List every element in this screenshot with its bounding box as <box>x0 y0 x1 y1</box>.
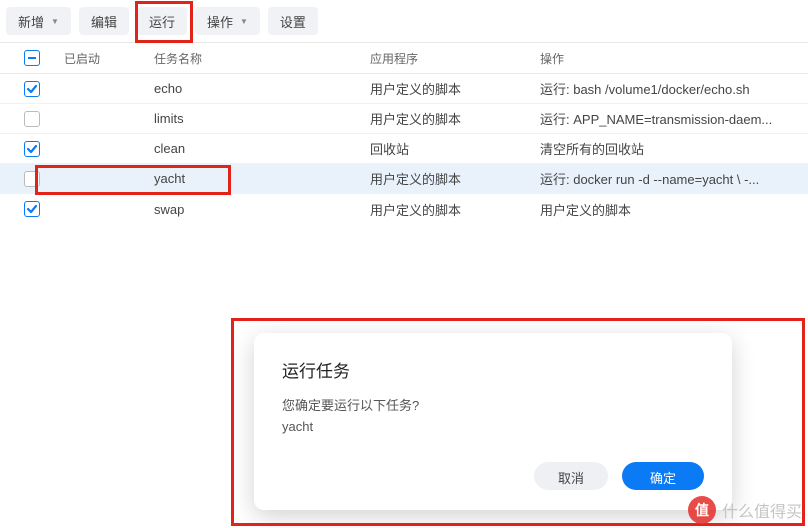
row-operation: 运行: APP_NAME=transmission-daem... <box>530 109 808 128</box>
settings-button[interactable]: 设置 <box>268 7 318 35</box>
row-app: 用户定义的脚本 <box>360 169 530 188</box>
dialog-title: 运行任务 <box>282 357 704 382</box>
row-enabled-checkbox[interactable] <box>24 201 40 217</box>
new-button-label: 新增 <box>18 12 44 31</box>
header-enabled[interactable]: 已启动 <box>64 50 144 67</box>
settings-button-label: 设置 <box>280 12 306 31</box>
row-enabled-checkbox[interactable] <box>24 81 40 97</box>
run-button[interactable]: 运行 <box>137 7 187 35</box>
row-task-name: echo <box>144 81 360 96</box>
table-row[interactable]: swap用户定义的脚本用户定义的脚本 <box>0 194 808 224</box>
table-row[interactable]: echo用户定义的脚本运行: bash /volume1/docker/echo… <box>0 74 808 104</box>
row-checkbox-cell <box>0 171 64 187</box>
cancel-button[interactable]: 取消 <box>534 462 608 490</box>
header-operation[interactable]: 操作 <box>530 50 808 67</box>
row-app: 用户定义的脚本 <box>360 79 530 98</box>
toolbar: 新增 ▼ 编辑 运行 操作 ▼ 设置 <box>0 0 808 42</box>
row-task-name: swap <box>144 202 360 217</box>
edit-button-label: 编辑 <box>91 12 117 31</box>
row-checkbox-cell <box>0 141 64 157</box>
table-row[interactable]: yacht用户定义的脚本运行: docker run -d --name=yac… <box>0 164 808 194</box>
row-task-name: yacht <box>144 171 360 186</box>
row-enabled-checkbox[interactable] <box>24 171 40 187</box>
chevron-down-icon: ▼ <box>240 17 248 26</box>
row-enabled-checkbox[interactable] <box>24 141 40 157</box>
select-all-checkbox[interactable] <box>24 50 40 66</box>
watermark-text: 什么值得买 <box>722 498 802 522</box>
row-operation: 用户定义的脚本 <box>530 200 808 219</box>
table-row[interactable]: clean回收站清空所有的回收站 <box>0 134 808 164</box>
row-task-name: clean <box>144 141 360 156</box>
header-checkbox-cell <box>0 50 64 66</box>
header-name[interactable]: 任务名称 <box>144 50 360 67</box>
dialog-body: 您确定要运行以下任务? yacht <box>282 396 704 452</box>
row-operation: 运行: docker run -d --name=yacht \ -... <box>530 169 808 188</box>
table-header: 已启动 任务名称 应用程序 操作 <box>0 42 808 74</box>
ok-button[interactable]: 确定 <box>622 462 704 490</box>
run-button-label: 运行 <box>149 12 175 31</box>
row-app: 回收站 <box>360 139 530 158</box>
run-task-dialog: 运行任务 您确定要运行以下任务? yacht 取消 确定 <box>254 333 732 510</box>
row-task-name: limits <box>144 111 360 126</box>
row-app: 用户定义的脚本 <box>360 200 530 219</box>
row-operation: 清空所有的回收站 <box>530 139 808 158</box>
header-app[interactable]: 应用程序 <box>360 50 530 67</box>
table-body: echo用户定义的脚本运行: bash /volume1/docker/echo… <box>0 74 808 224</box>
row-checkbox-cell <box>0 81 64 97</box>
row-checkbox-cell <box>0 111 64 127</box>
row-enabled-checkbox[interactable] <box>24 111 40 127</box>
action-button[interactable]: 操作 ▼ <box>195 7 260 35</box>
row-app: 用户定义的脚本 <box>360 109 530 128</box>
table-row[interactable]: limits用户定义的脚本运行: APP_NAME=transmission-d… <box>0 104 808 134</box>
action-button-label: 操作 <box>207 12 233 31</box>
row-operation: 运行: bash /volume1/docker/echo.sh <box>530 79 808 98</box>
dialog-actions: 取消 确定 <box>282 462 704 490</box>
new-button[interactable]: 新增 ▼ <box>6 7 71 35</box>
edit-button[interactable]: 编辑 <box>79 7 129 35</box>
row-checkbox-cell <box>0 201 64 217</box>
dialog-task-name: yacht <box>282 417 704 438</box>
chevron-down-icon: ▼ <box>51 17 59 26</box>
dialog-message: 您确定要运行以下任务? <box>282 396 704 417</box>
